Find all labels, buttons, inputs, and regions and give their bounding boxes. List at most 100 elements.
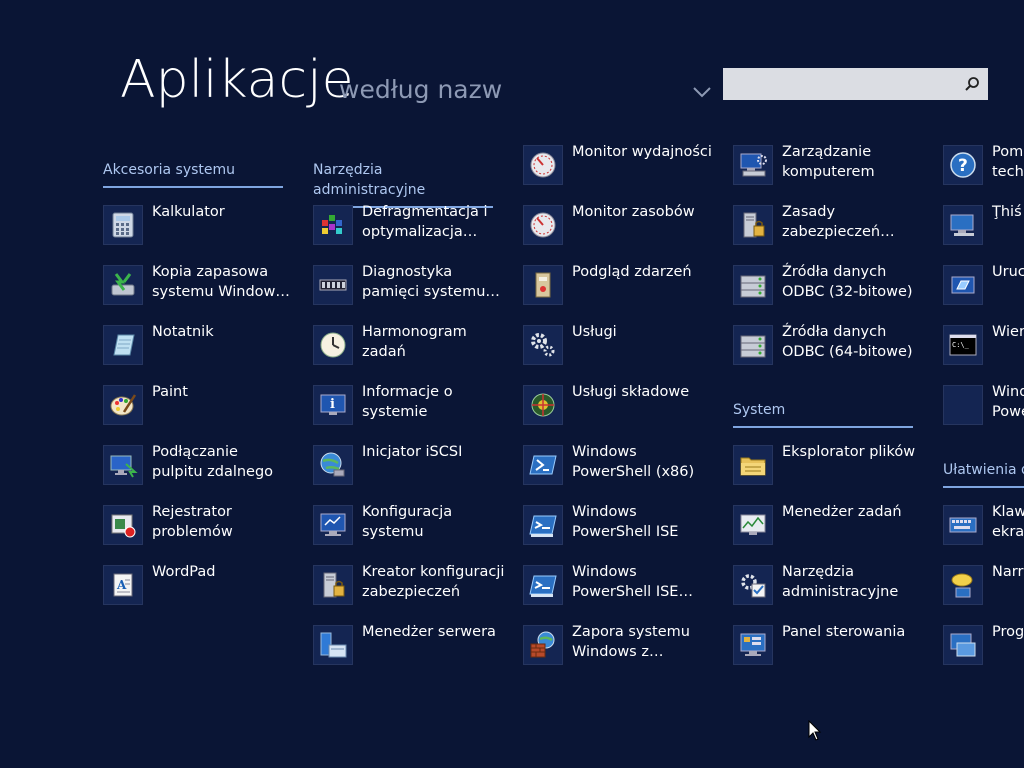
wordpad-icon: A	[103, 565, 143, 605]
app-tile-label: Konfiguracja systemu	[362, 504, 453, 540]
app-tile[interactable]: Ţhiś	[943, 204, 1024, 249]
odbc-icon	[733, 325, 773, 365]
sort-label[interactable]: według nazw	[339, 74, 502, 106]
app-tile[interactable]: Narzędzia administracyjne	[733, 564, 933, 609]
app-tile-label: Prog	[992, 624, 1024, 640]
app-tile[interactable]: ? Pomo techn	[943, 144, 1024, 189]
monitor-icon	[313, 505, 353, 545]
app-tile-label: Kopia zapasowa systemu Window…	[152, 264, 290, 300]
app-tile[interactable]: Paint	[103, 384, 303, 429]
app-tile-label: Zasady zabezpieczeń…	[782, 204, 895, 240]
group-header-akcesoria[interactable]: Akcesoria systemu	[103, 160, 283, 188]
gears-icon	[523, 325, 563, 365]
app-tile[interactable]: Usługi składowe	[523, 384, 723, 429]
app-tile-label: Pomo techn	[992, 144, 1024, 180]
app-tile-label: Źródła danych ODBC (32-bitowe)	[782, 264, 913, 300]
powershell-ise-icon	[523, 565, 563, 605]
backup-icon	[103, 265, 143, 305]
svg-text:?: ?	[958, 156, 968, 176]
app-tile-label: Defragmentacja i optymalizacja…	[362, 204, 488, 240]
search-icon[interactable]	[956, 68, 988, 100]
keyboard-icon	[943, 505, 983, 545]
app-tile-label: Menedżer zadań	[782, 504, 902, 520]
app-tile[interactable]: Windows PowerShell (x86)	[523, 444, 723, 489]
gauge-icon	[523, 205, 563, 245]
app-tile[interactable]: Uruc	[943, 264, 1024, 309]
powershell-ise-icon	[523, 505, 563, 545]
search-input[interactable]	[723, 68, 969, 100]
app-tile[interactable]: Rejestrator problemów	[103, 504, 303, 549]
app-tile[interactable]: Kalkulator	[103, 204, 303, 249]
app-tile-label: Podgląd zdarzeń	[572, 264, 692, 280]
app-tile[interactable]: Monitor zasobów	[523, 204, 723, 249]
app-tile[interactable]: Zasady zabezpieczeń…	[733, 204, 933, 249]
search-box	[723, 68, 988, 100]
firewall-icon	[523, 625, 563, 665]
app-tile[interactable]: Źródła danych ODBC (32-bitowe)	[733, 264, 933, 309]
system-info-icon: i	[313, 385, 353, 425]
svg-text:i: i	[330, 397, 335, 412]
app-tile-label: Ţhiś	[992, 204, 1022, 220]
app-tile[interactable]: Kreator konfiguracji zabezpieczeń	[313, 564, 513, 609]
tower-lock-icon	[313, 565, 353, 605]
app-tile[interactable]: Inicjator iSCSI	[313, 444, 513, 489]
blank-icon	[943, 385, 983, 425]
app-tile[interactable]: C:\_ Wiers	[943, 324, 1024, 369]
powershell-icon	[523, 445, 563, 485]
app-tile[interactable]: Panel sterowania	[733, 624, 933, 669]
defrag-icon	[313, 205, 353, 245]
app-tile[interactable]: Defragmentacja i optymalizacja…	[313, 204, 513, 249]
app-tile[interactable]: Windows PowerShell ISE	[523, 504, 723, 549]
app-tile[interactable]: Konfiguracja systemu	[313, 504, 513, 549]
app-tile[interactable]: A WordPad	[103, 564, 303, 609]
folder-icon	[733, 445, 773, 485]
app-tile[interactable]: Źródła danych ODBC (64-bitowe)	[733, 324, 933, 369]
app-tile-label: Monitor wydajności	[572, 144, 712, 160]
notepad-icon	[103, 325, 143, 365]
app-tile-label: Windows PowerShell ISE	[572, 504, 679, 540]
app-tile-label: Diagnostyka pamięci systemu…	[362, 264, 500, 300]
component-services-icon	[523, 385, 563, 425]
app-tile[interactable]: Kopia zapasowa systemu Window…	[103, 264, 303, 309]
app-tile[interactable]: Zapora systemu Windows z…	[523, 624, 723, 669]
cmd-icon: C:\_	[943, 325, 983, 365]
app-tile[interactable]: Monitor wydajności	[523, 144, 723, 189]
app-tile[interactable]: Podłączanie pulpitu zdalnego	[103, 444, 303, 489]
mouse-cursor-icon	[808, 719, 822, 746]
group-header-system[interactable]: System	[733, 400, 913, 428]
remote-desktop-icon	[103, 445, 143, 485]
app-tile[interactable]: Eksplorator plików	[733, 444, 933, 489]
app-tile[interactable]: Harmonogram zadań	[313, 324, 513, 369]
server-manager-icon	[313, 625, 353, 665]
app-tile-label: WordPad	[152, 564, 216, 580]
app-tile-label: Paint	[152, 384, 188, 400]
app-tile-label: Inicjator iSCSI	[362, 444, 463, 460]
app-tile-label: Monitor zasobów	[572, 204, 695, 220]
admin-tools-icon	[733, 565, 773, 605]
app-tile-label: Wiers	[992, 324, 1024, 340]
memory-icon	[313, 265, 353, 305]
app-tile-label: Uruc	[992, 264, 1024, 280]
app-tile[interactable]: Klawi ekran	[943, 504, 1024, 549]
app-tile[interactable]: Podgląd zdarzeń	[523, 264, 723, 309]
app-tile[interactable]: Wind Powe	[943, 384, 1024, 429]
app-tile-label: Klawi ekran	[992, 504, 1024, 540]
group-header-narzedzia[interactable]: Narzędzia administracyjne	[313, 160, 493, 208]
app-tile[interactable]: i Informacje o systemie	[313, 384, 513, 429]
app-tile[interactable]: Menedżer serwera	[313, 624, 513, 669]
app-tile[interactable]: Prog	[943, 624, 1024, 669]
group-header-ulatwienia[interactable]: Ułatwienia d	[943, 460, 1024, 488]
app-tile-label: Menedżer serwera	[362, 624, 496, 640]
app-tile[interactable]: Usługi	[523, 324, 723, 369]
app-tile[interactable]: Zarządzanie komputerem	[733, 144, 933, 189]
computer-management-icon	[733, 145, 773, 185]
chevron-down-icon[interactable]	[692, 84, 712, 100]
app-tile[interactable]: Notatnik	[103, 324, 303, 369]
app-tile[interactable]: Windows PowerShell ISE…	[523, 564, 723, 609]
odbc-icon	[733, 265, 773, 305]
app-tile[interactable]: Diagnostyka pamięci systemu…	[313, 264, 513, 309]
tower-lock-icon	[733, 205, 773, 245]
app-tile[interactable]: Menedżer zadań	[733, 504, 933, 549]
app-tile[interactable]: Narra	[943, 564, 1024, 609]
paint-icon	[103, 385, 143, 425]
